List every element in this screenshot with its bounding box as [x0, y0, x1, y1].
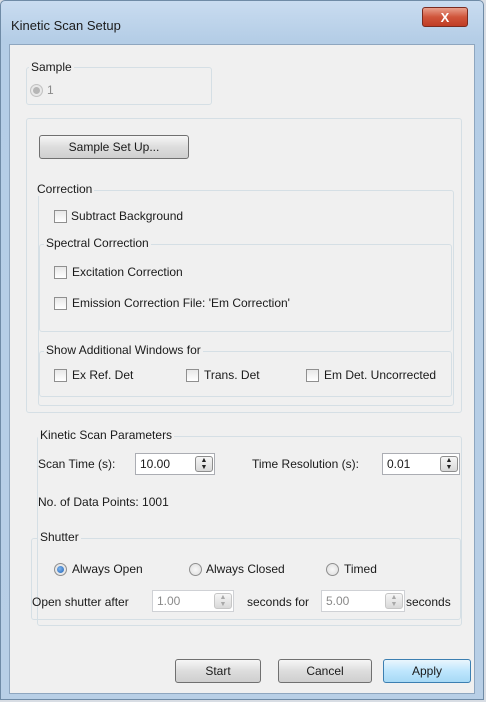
spin-up-icon[interactable]: ▲ [386, 594, 402, 601]
spin-down-icon[interactable]: ▼ [215, 601, 231, 608]
seconds-for-field[interactable]: 5.00 ▲ ▼ [321, 590, 405, 612]
dialog-client-area: Sample 1 Sample Set Up... Correction Sub… [9, 44, 475, 694]
ex-ref-det-label: Ex Ref. Det [72, 368, 134, 382]
open-after-spinner[interactable]: ▲ ▼ [214, 593, 232, 609]
sample-group: Sample 1 [26, 60, 212, 105]
sample-setup-button[interactable]: Sample Set Up... [39, 135, 189, 159]
timed-label: Timed [344, 562, 377, 576]
additional-windows-label: Show Additional Windows for [44, 343, 203, 357]
open-after-field[interactable]: 1.00 ▲ ▼ [152, 590, 234, 612]
spin-down-icon[interactable]: ▼ [441, 464, 457, 471]
open-after-label: Open shutter after [32, 595, 129, 609]
time-resolution-spinner[interactable]: ▲ ▼ [440, 456, 458, 472]
kinetic-params-group: Kinetic Scan Parameters Scan Time (s): 1… [31, 428, 462, 626]
seconds-for-value: 5.00 [326, 594, 350, 608]
sample-radio[interactable] [30, 84, 43, 97]
kinetic-params-label: Kinetic Scan Parameters [38, 428, 175, 442]
emission-correction-checkbox[interactable] [54, 297, 67, 310]
ex-ref-det-checkbox[interactable] [54, 369, 67, 382]
trans-det-checkbox[interactable] [186, 369, 199, 382]
spin-up-icon[interactable]: ▲ [441, 457, 457, 464]
spin-up-icon[interactable]: ▲ [215, 594, 231, 601]
open-after-value: 1.00 [157, 594, 181, 608]
seconds-for-label: seconds for [247, 595, 310, 609]
seconds-for-spinner[interactable]: ▲ ▼ [385, 593, 403, 609]
dialog-window: Kinetic Scan Setup X Sample 1 Sample Set… [0, 0, 484, 700]
scan-time-label: Scan Time (s): [38, 457, 116, 471]
excitation-correction-checkbox[interactable] [54, 266, 67, 279]
em-det-uncorrected-label: Em Det. Uncorrected [324, 368, 437, 382]
seconds-label: seconds [406, 595, 451, 609]
spectral-correction-group: Spectral Correction Excitation Correctio… [39, 236, 452, 332]
data-points-label: No. of Data Points: 1001 [38, 495, 169, 509]
always-open-radio[interactable] [54, 563, 67, 576]
always-open-label: Always Open [72, 562, 143, 576]
spin-down-icon[interactable]: ▼ [196, 464, 212, 471]
always-closed-label: Always Closed [206, 562, 285, 576]
scan-time-spinner[interactable]: ▲ ▼ [195, 456, 213, 472]
window-title: Kinetic Scan Setup [11, 18, 121, 33]
correction-group: Correction Subtract Background Spectral … [35, 182, 454, 406]
sample-group-label: Sample [29, 60, 74, 74]
close-icon: X [440, 10, 450, 25]
spin-down-icon[interactable]: ▼ [386, 601, 402, 608]
excitation-correction-label: Excitation Correction [72, 265, 183, 279]
time-resolution-value: 0.01 [387, 457, 411, 471]
start-button[interactable]: Start [175, 659, 261, 683]
sample-radio-label: 1 [47, 83, 54, 97]
close-button[interactable]: X [422, 7, 468, 27]
time-resolution-label: Time Resolution (s): [252, 457, 359, 471]
setup-panel: Sample Set Up... Correction Subtract Bac… [26, 118, 462, 413]
scan-time-field[interactable]: 10.00 ▲ ▼ [135, 453, 215, 475]
additional-windows-group: Show Additional Windows for Ex Ref. Det … [39, 343, 452, 397]
correction-group-label: Correction [35, 182, 95, 196]
shutter-group-label: Shutter [38, 530, 81, 544]
emission-correction-label: Emission Correction File: 'Em Correction… [72, 296, 290, 310]
time-resolution-field[interactable]: 0.01 ▲ ▼ [382, 453, 460, 475]
timed-radio[interactable] [326, 563, 339, 576]
title-bar: Kinetic Scan Setup X [1, 1, 483, 41]
em-det-uncorrected-checkbox[interactable] [306, 369, 319, 382]
subtract-background-checkbox[interactable] [54, 210, 67, 223]
shutter-group: Shutter Always Open Always Closed Timed … [31, 530, 461, 620]
trans-det-label: Trans. Det [204, 368, 260, 382]
scan-time-value: 10.00 [140, 457, 171, 471]
apply-button[interactable]: Apply [383, 659, 471, 683]
spin-up-icon[interactable]: ▲ [196, 457, 212, 464]
cancel-button[interactable]: Cancel [278, 659, 372, 683]
always-closed-radio[interactable] [189, 563, 202, 576]
spectral-correction-label: Spectral Correction [44, 236, 151, 250]
subtract-background-label: Subtract Background [71, 209, 184, 223]
